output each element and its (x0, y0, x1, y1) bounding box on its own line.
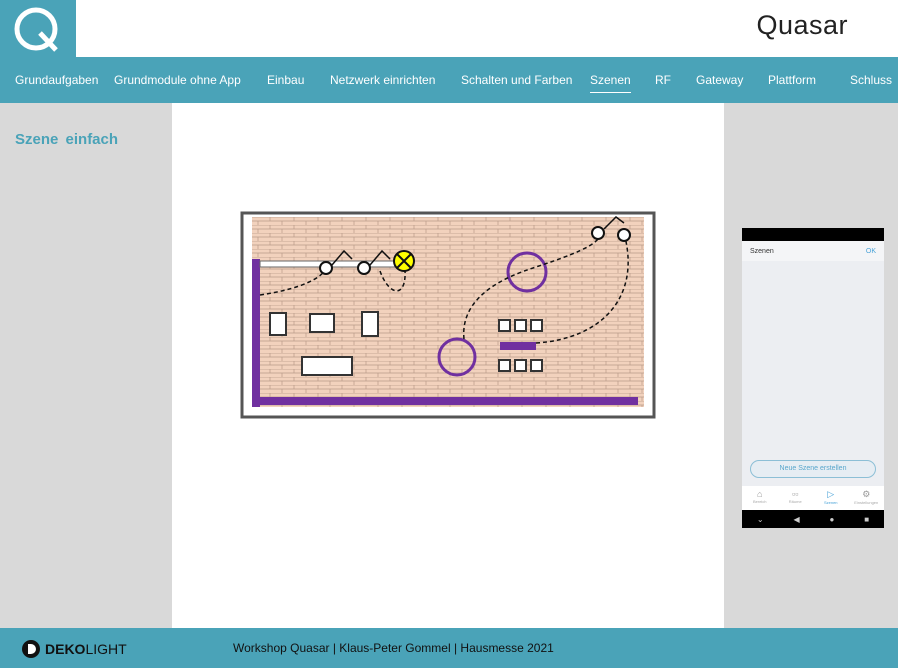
nav-schluss[interactable]: Schluss (850, 73, 892, 87)
grid-icon: ▫▫ (792, 489, 799, 499)
nav-grundaufgaben[interactable]: Grundaufgaben (15, 73, 98, 87)
dekolight-d-icon (22, 640, 40, 658)
phone-screenshot: Szenen OK Neue Szene erstellen ⌂ Bereich ▫… (742, 228, 884, 528)
top-nav: Grundaufgaben Grundmodule ohne App Einba… (0, 57, 898, 103)
phone-title: Szenen (750, 247, 774, 255)
home-icon: ⌂ (757, 489, 763, 499)
floor-plan (240, 209, 656, 419)
phone-tab-einstellungen[interactable]: ⚙ Einstellungen (849, 486, 885, 510)
play-icon: ▷ (827, 489, 835, 499)
nav-szenen[interactable]: Szenen (590, 73, 631, 93)
phone-tab-raeume[interactable]: ▫▫ Räume (778, 486, 814, 510)
quasar-logo (0, 0, 76, 57)
nav-grundmodule[interactable]: Grundmodule ohne App (114, 73, 241, 87)
recent-icon[interactable]: ■ (864, 515, 869, 524)
nav-einbau[interactable]: Einbau (267, 73, 304, 87)
nav-gateway[interactable]: Gateway (696, 73, 743, 87)
phone-ok-button[interactable]: OK (866, 248, 876, 255)
dekolight-logo: DEKO LIGHT (22, 640, 127, 658)
nav-netzwerk[interactable]: Netzwerk einrichten (330, 73, 435, 87)
phone-tab-szenen[interactable]: ▷ Szenen (813, 486, 849, 510)
back-icon[interactable]: ◀ (793, 515, 799, 524)
footer-text: Workshop Quasar | Klaus-Peter Gommel | H… (233, 641, 554, 655)
chevron-down-icon[interactable]: ⌄ (757, 515, 764, 524)
left-panel: Szene einfach (0, 103, 172, 628)
footer: DEKO LIGHT Workshop Quasar | Klaus-Peter … (0, 628, 898, 668)
home-button-icon[interactable]: ● (830, 515, 835, 524)
section-title: Szene einfach (15, 131, 119, 148)
q-logo-icon (14, 7, 58, 52)
phone-tab-bereich[interactable]: ⌂ Bereich (742, 486, 778, 510)
nav-plattform[interactable]: Plattform (768, 73, 816, 87)
brand-logo: Quasar (756, 10, 848, 40)
nav-rf[interactable]: RF (655, 73, 671, 87)
gear-icon: ⚙ (862, 489, 871, 499)
nav-schalten[interactable]: Schalten und Farben (461, 73, 572, 87)
new-scene-button[interactable]: Neue Szene erstellen (750, 460, 876, 478)
